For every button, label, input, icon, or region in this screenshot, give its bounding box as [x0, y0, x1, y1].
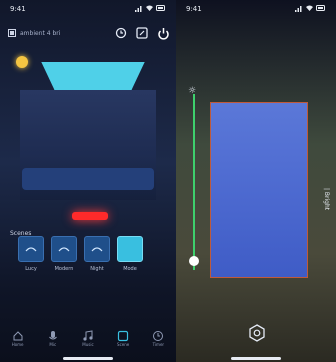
home-indicator: [231, 357, 281, 360]
timer-icon[interactable]: [115, 27, 127, 40]
edit-icon[interactable]: [136, 27, 148, 40]
hexagon-settings-icon: [249, 324, 265, 342]
scene-card[interactable]: [51, 236, 77, 262]
nav-label: Home: [11, 341, 24, 347]
left-screen: 9:41 ambient 4 bri Scenes Lucy Modern Ni…: [0, 0, 176, 362]
nav-timer[interactable]: Timer: [147, 327, 169, 349]
status-icons: [295, 5, 326, 14]
status-time: 9:41: [10, 5, 26, 13]
timer-icon: [153, 330, 164, 341]
scene-name: Modern: [54, 266, 74, 272]
scene-card[interactable]: [84, 236, 110, 262]
scene-icon: [118, 330, 129, 341]
red-light-strip: [72, 212, 108, 220]
wifi-icon: [146, 5, 153, 13]
device-list-icon[interactable]: [8, 29, 16, 37]
nav-music[interactable]: Music: [77, 327, 99, 349]
scene-name: Lucy: [25, 266, 37, 272]
status-bar: 9:41: [0, 0, 176, 18]
battery-icon: [156, 5, 166, 13]
nav-label: Scene: [117, 341, 130, 347]
ceiling-lamp-illustration: [41, 62, 145, 90]
settings-button[interactable]: [248, 324, 266, 346]
power-icon[interactable]: [157, 27, 170, 40]
color-preview: [210, 102, 308, 278]
scene-name: Night: [90, 266, 104, 272]
scene-grid: [18, 236, 143, 262]
right-screen: 9:41 ☼ | Bright: [176, 0, 336, 362]
wifi-icon: [306, 5, 313, 13]
nav-scene[interactable]: Scene: [112, 327, 134, 349]
status-time: 9:41: [186, 5, 202, 13]
brightness-slider-track[interactable]: [193, 94, 195, 270]
sun-icon[interactable]: [16, 56, 28, 68]
scene-card[interactable]: [18, 236, 44, 262]
home-indicator: [63, 357, 113, 360]
music-icon: [83, 329, 93, 341]
scene-card-active[interactable]: [117, 236, 143, 262]
nav-label: Timer: [152, 341, 165, 347]
nav-mic[interactable]: Mic: [42, 327, 64, 349]
status-bar: 9:41: [176, 0, 336, 18]
nav-label: Mic: [49, 341, 57, 347]
signal-icon: [295, 5, 303, 14]
top-bar: ambient 4 bri: [8, 22, 170, 44]
signal-icon: [135, 5, 143, 14]
device-name[interactable]: ambient 4 bri: [20, 30, 60, 37]
edge-label: | Bright: [323, 188, 330, 211]
home-icon: [13, 330, 23, 340]
mic-icon: [48, 330, 57, 339]
nav-home[interactable]: Home: [7, 327, 29, 349]
battery-icon: [316, 5, 326, 13]
top-actions: [115, 27, 170, 40]
nav-label: Music: [82, 341, 94, 347]
scene-names: Lucy Modern Night Mode: [18, 266, 143, 272]
brightness-slider-knob[interactable]: [189, 256, 199, 267]
status-icons: [135, 5, 166, 14]
scene-name: Mode: [123, 266, 137, 272]
bottom-nav: Home Mic Music Scene Timer: [0, 324, 176, 352]
sofa-illustration: [22, 168, 154, 190]
